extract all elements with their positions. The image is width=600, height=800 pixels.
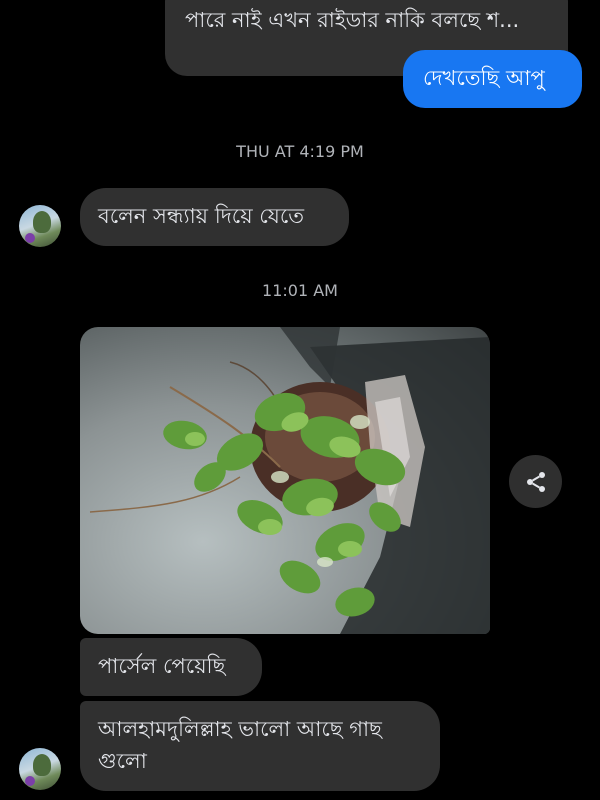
- incoming-message-bubble[interactable]: পার্সেল পেয়েছি: [80, 638, 262, 696]
- incoming-message-bubble[interactable]: আলহামদুলিল্লাহ ভালো আছে গাছ গুলো: [80, 701, 440, 791]
- avatar[interactable]: [19, 205, 61, 247]
- avatar-badge: [25, 776, 35, 786]
- incoming-message-bubble[interactable]: বলেন সন্ধ্যায় দিয়ে যেতে: [80, 188, 349, 246]
- avatar-tree: [33, 211, 51, 233]
- timestamp: 11:01 AM: [262, 281, 338, 300]
- share-icon: [526, 471, 545, 492]
- outgoing-message-bubble[interactable]: দেখতেছি আপু: [403, 50, 582, 108]
- share-button[interactable]: [509, 455, 562, 508]
- plant-photo: [89, 327, 490, 634]
- avatar-badge: [25, 233, 35, 243]
- avatar[interactable]: [19, 748, 61, 790]
- image-attachment[interactable]: [80, 327, 490, 634]
- timestamp: THU AT 4:19 PM: [236, 142, 364, 161]
- avatar-tree: [33, 754, 51, 776]
